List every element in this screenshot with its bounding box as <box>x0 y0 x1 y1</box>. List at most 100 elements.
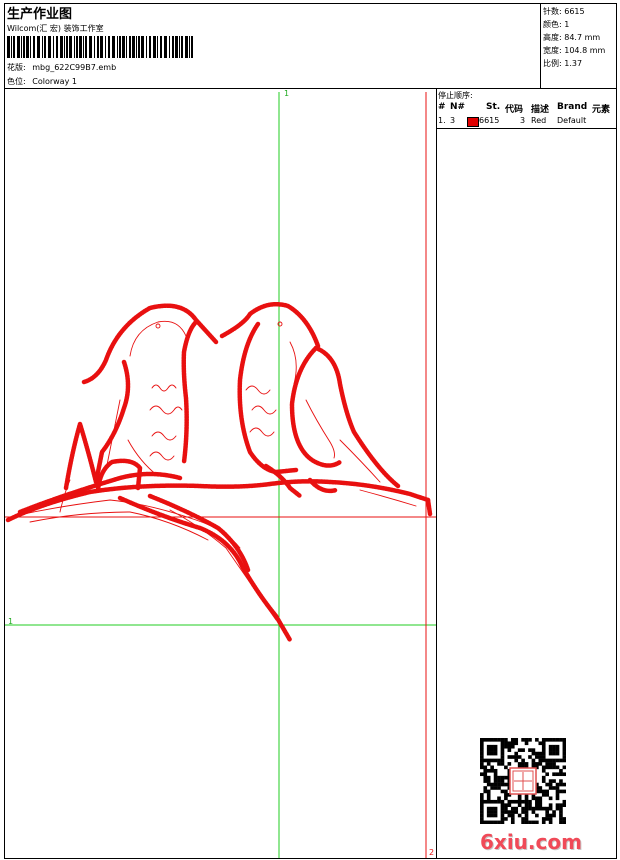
qr-module <box>548 779 553 783</box>
qr-module <box>545 817 549 821</box>
qr-module <box>480 796 484 801</box>
qr-module <box>524 810 529 814</box>
qr-module <box>548 803 553 807</box>
qr-module <box>517 748 522 752</box>
qr-module <box>486 820 491 825</box>
qr-module <box>521 738 525 742</box>
qr-module <box>531 748 536 752</box>
qr-module <box>552 786 556 790</box>
qr-module <box>500 806 505 811</box>
qr-module <box>507 810 512 814</box>
qr-module <box>514 738 519 742</box>
qr-module <box>562 755 567 759</box>
qr-module <box>490 799 494 804</box>
qr-module <box>541 758 546 763</box>
qr-module <box>507 748 512 752</box>
qr-module <box>510 744 515 749</box>
qr-module <box>548 751 553 756</box>
qr-module <box>480 820 484 825</box>
qr-module <box>555 796 560 801</box>
qr-module <box>535 799 539 804</box>
qr-module <box>562 748 567 752</box>
qr-module <box>555 738 560 742</box>
qr-module <box>510 820 515 825</box>
qr-module <box>552 810 556 814</box>
qr-module <box>538 786 543 790</box>
qr-module <box>528 803 532 807</box>
qr-module <box>500 813 505 818</box>
qr-module <box>490 768 494 773</box>
qr-module <box>486 806 491 811</box>
qr-module <box>562 738 567 742</box>
qr-module <box>524 799 529 804</box>
qr-module <box>483 779 488 783</box>
qr-module <box>497 799 501 804</box>
qr-module <box>545 813 549 818</box>
qr-module <box>559 789 563 794</box>
qr-module <box>514 755 519 759</box>
qr-module <box>504 744 508 749</box>
qr-module <box>548 806 553 811</box>
qr-module <box>486 789 491 794</box>
qr-module <box>504 738 508 742</box>
qr-module <box>486 793 491 797</box>
qr-module <box>559 772 563 777</box>
qr-module <box>483 768 488 773</box>
qr-module <box>535 803 539 807</box>
qr-module <box>504 806 508 811</box>
qr-module <box>555 748 560 752</box>
qr-module <box>486 758 491 763</box>
embroidery-design: 1 1 2 <box>5 89 436 858</box>
qr-module <box>504 765 508 770</box>
qr-module <box>500 779 505 783</box>
qr-module <box>555 806 560 811</box>
qr-module <box>559 758 563 763</box>
marker-top: 1 <box>284 89 289 98</box>
qr-module <box>521 758 525 763</box>
qr-module <box>500 810 505 814</box>
qr-module <box>552 765 556 770</box>
qr-module <box>538 806 543 811</box>
qr-module <box>500 820 505 825</box>
qr-module <box>528 806 532 811</box>
qr-module <box>538 762 543 766</box>
qr-module <box>524 820 529 825</box>
qr-module <box>493 782 498 787</box>
qr-module <box>493 751 498 756</box>
qr-module <box>531 751 536 756</box>
qr-module <box>545 738 549 742</box>
qr-module <box>541 820 546 825</box>
qr-module <box>480 758 484 763</box>
qr-module <box>535 806 539 811</box>
qr-module <box>541 744 546 749</box>
qr-module <box>486 796 491 801</box>
qr-module <box>497 786 501 790</box>
qr-module <box>500 741 505 746</box>
qr-module <box>517 796 522 801</box>
qr-module <box>562 782 567 787</box>
qr-module <box>486 810 491 814</box>
qr-module <box>500 738 505 742</box>
qr-module <box>552 758 556 763</box>
qr-module <box>493 758 498 763</box>
qr-module <box>524 817 529 821</box>
qr-module <box>541 775 546 780</box>
qr-module <box>500 751 505 756</box>
qr-module <box>493 806 498 811</box>
qr-module <box>493 799 498 804</box>
qr-module <box>517 762 522 766</box>
qr-module <box>504 775 508 780</box>
qr-module <box>486 748 491 752</box>
qr-module <box>493 775 498 780</box>
qr-module <box>531 758 536 763</box>
qr-module <box>541 779 546 783</box>
qr-module <box>490 806 494 811</box>
qr-module <box>562 789 567 794</box>
qr-module <box>500 782 505 787</box>
qr-module <box>535 755 539 759</box>
site-watermark: 6xiu.com <box>480 830 582 854</box>
qr-module <box>559 803 563 807</box>
qr-module <box>483 738 488 742</box>
qr-module <box>559 782 563 787</box>
qr-module <box>528 755 532 759</box>
